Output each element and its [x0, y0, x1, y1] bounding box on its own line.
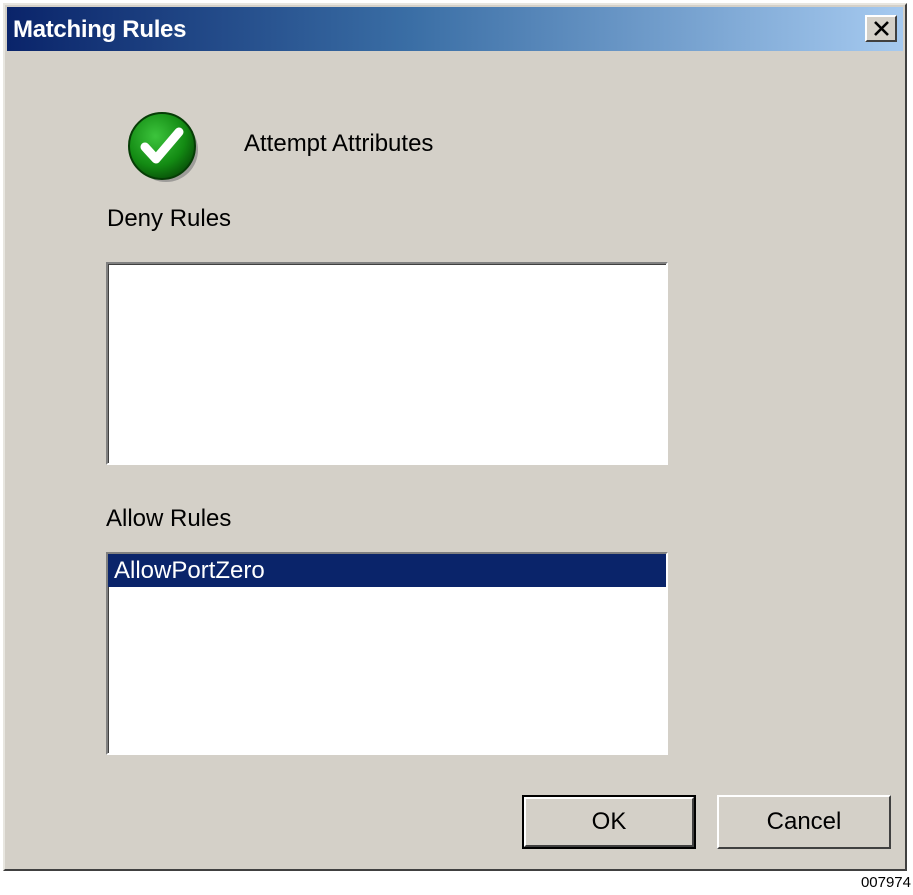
close-icon: [874, 21, 889, 36]
matching-rules-dialog: Matching Rules Attempt Attributes Deny R…: [3, 3, 907, 871]
cancel-button-label: Cancel: [766, 808, 842, 835]
title-bar[interactable]: Matching Rules: [7, 7, 903, 51]
deny-rules-label: Deny Rules: [107, 205, 232, 232]
ok-button-label: OK: [591, 808, 627, 835]
dialog-title: Matching Rules: [13, 16, 187, 43]
figure-number: 007974: [860, 874, 911, 891]
close-button[interactable]: [865, 15, 897, 42]
allow-rules-list[interactable]: AllowPortZero: [106, 552, 668, 755]
deny-rules-list[interactable]: [106, 262, 668, 465]
list-item[interactable]: AllowPortZero: [108, 554, 666, 587]
ok-button[interactable]: OK: [522, 795, 696, 849]
cancel-button[interactable]: Cancel: [717, 795, 891, 849]
status-label: Attempt Attributes: [244, 130, 434, 157]
allow-rules-label: Allow Rules: [106, 505, 232, 532]
checkmark-icon: [128, 112, 198, 182]
